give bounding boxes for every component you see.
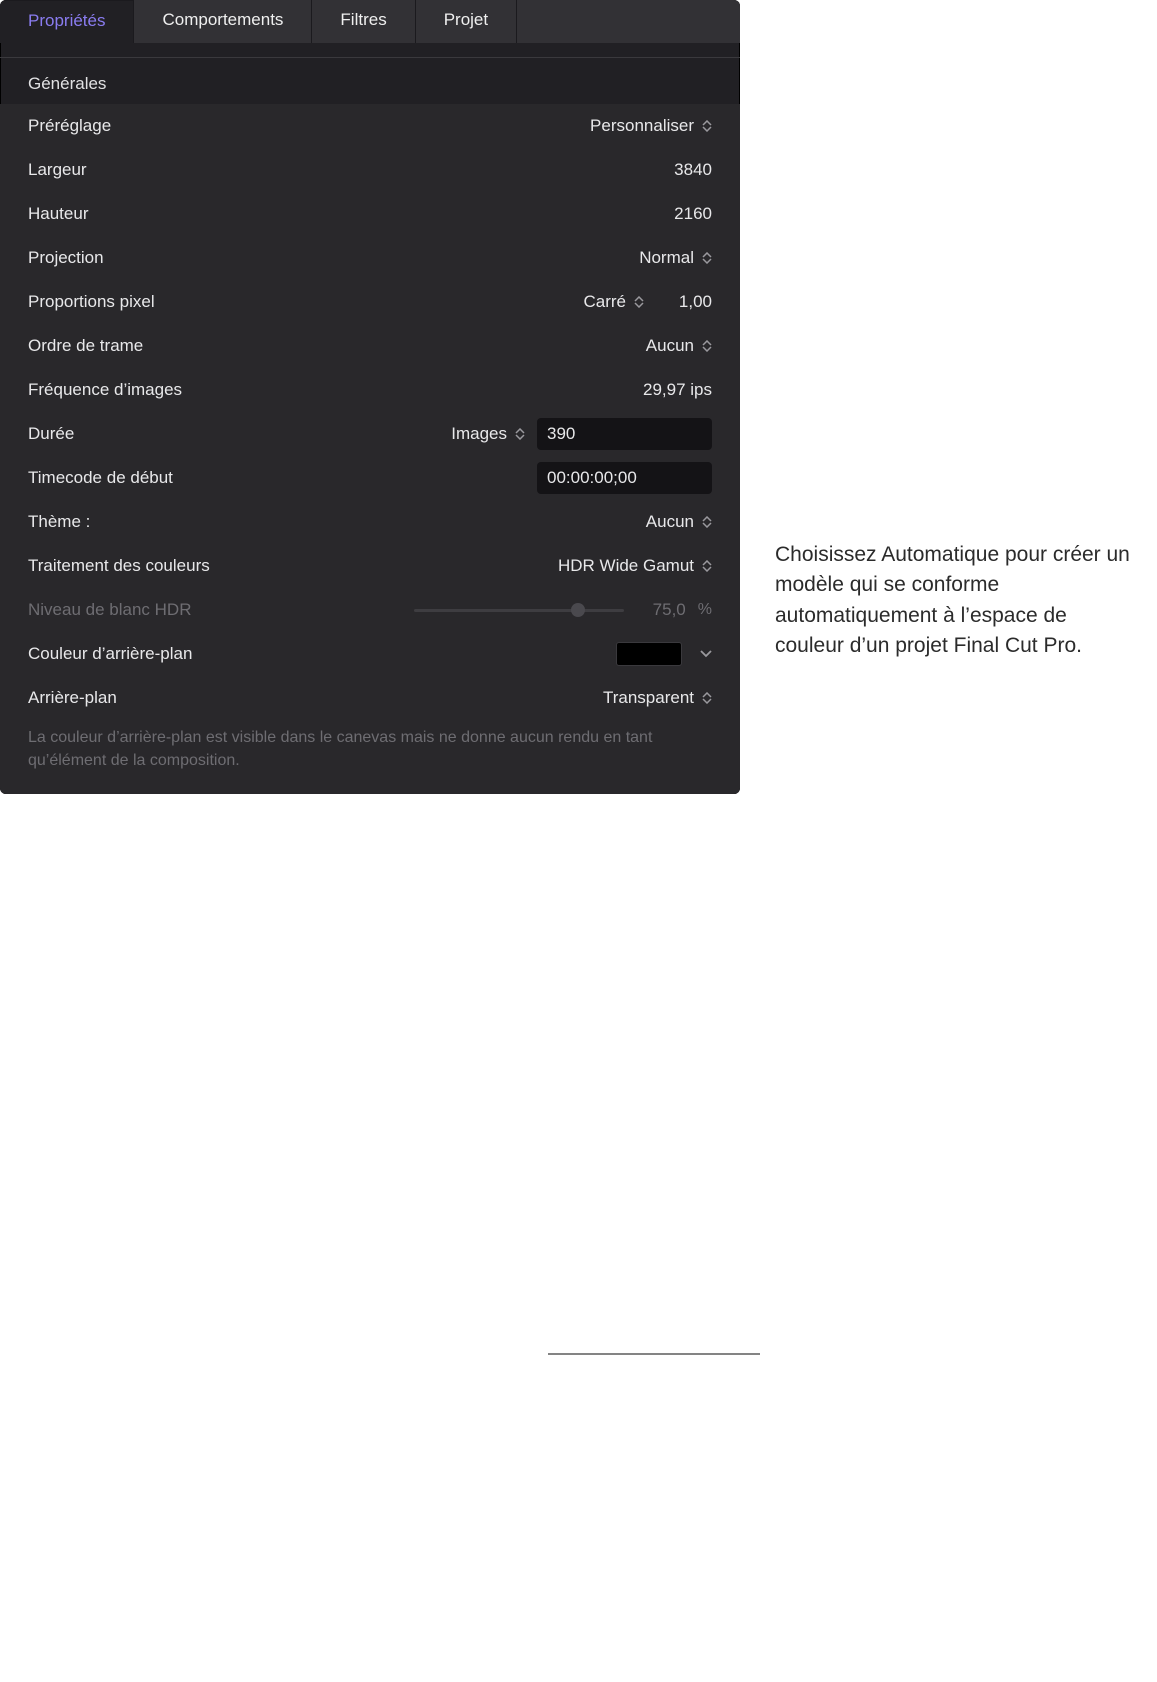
updown-icon <box>515 428 525 440</box>
background-value: Transparent <box>603 688 694 708</box>
bg-color-swatch[interactable] <box>616 642 682 666</box>
bg-color-label: Couleur d’arrière-plan <box>28 644 248 664</box>
hdr-white-label: Niveau de blanc HDR <box>28 600 248 620</box>
updown-icon <box>634 296 644 308</box>
hdr-white-unit: % <box>698 601 712 619</box>
background-label: Arrière-plan <box>28 688 248 708</box>
theme-value: Aucun <box>646 512 694 532</box>
projection-label: Projection <box>28 248 248 268</box>
pixel-aspect-value: Carré <box>583 292 626 312</box>
tab-project[interactable]: Projet <box>416 0 517 43</box>
preset-label: Préréglage <box>28 116 248 136</box>
field-order-label: Ordre de trame <box>28 336 248 356</box>
color-processing-value: HDR Wide Gamut <box>558 556 694 576</box>
chevron-down-icon[interactable] <box>700 645 712 663</box>
start-timecode-label: Timecode de début <box>28 468 248 488</box>
color-processing-popup[interactable]: HDR Wide Gamut <box>558 556 712 576</box>
updown-icon <box>702 340 712 352</box>
updown-icon <box>702 560 712 572</box>
pixel-aspect-popup[interactable]: Carré <box>583 292 644 312</box>
width-value[interactable]: 3840 <box>644 160 712 180</box>
projection-popup[interactable]: Normal <box>639 248 712 268</box>
updown-icon <box>702 252 712 264</box>
height-value[interactable]: 2160 <box>644 204 712 224</box>
start-timecode-input[interactable] <box>537 462 712 494</box>
tab-filters[interactable]: Filtres <box>312 0 415 43</box>
updown-icon <box>702 692 712 704</box>
field-order-value: Aucun <box>646 336 694 356</box>
background-note: La couleur d’arrière-plan est visible da… <box>28 720 712 772</box>
updown-icon <box>702 516 712 528</box>
slider-knob[interactable] <box>571 603 585 617</box>
frame-rate-value[interactable]: 29,97 ips <box>592 380 712 400</box>
background-popup[interactable]: Transparent <box>603 688 712 708</box>
height-label: Hauteur <box>28 204 248 224</box>
tab-properties[interactable]: Propriétés <box>0 0 134 43</box>
hdr-white-slider[interactable] <box>414 609 624 612</box>
inspector-panel: Propriétés Comportements Filtres Projet … <box>0 0 740 794</box>
duration-input[interactable] <box>537 418 712 450</box>
preset-value: Personnaliser <box>590 116 694 136</box>
preset-popup[interactable]: Personnaliser <box>590 116 712 136</box>
callout-text: Choisissez Automatique pour créer un mod… <box>775 540 1135 662</box>
color-processing-label: Traitement des couleurs <box>28 556 248 576</box>
theme-popup[interactable]: Aucun <box>646 512 712 532</box>
theme-label: Thème : <box>28 512 248 532</box>
tab-behaviors[interactable]: Comportements <box>134 0 312 43</box>
frame-rate-label: Fréquence d’images <box>28 380 248 400</box>
width-label: Largeur <box>28 160 248 180</box>
duration-unit-popup[interactable]: Images <box>451 424 525 444</box>
updown-icon <box>702 120 712 132</box>
pixel-aspect-label: Proportions pixel <box>28 292 248 312</box>
duration-label: Durée <box>28 424 248 444</box>
inspector-tabs: Propriétés Comportements Filtres Projet <box>0 0 740 43</box>
hdr-white-value[interactable]: 75,0 <box>636 600 686 620</box>
section-general-title: Générales <box>0 74 740 104</box>
duration-unit-value: Images <box>451 424 507 444</box>
callout-leader-line <box>0 794 1157 1682</box>
projection-value: Normal <box>639 248 694 268</box>
field-order-popup[interactable]: Aucun <box>646 336 712 356</box>
general-section: Préréglage Personnaliser Largeur 3840 Ha… <box>0 104 740 794</box>
pixel-aspect-ratio[interactable]: 1,00 <box>656 292 712 312</box>
